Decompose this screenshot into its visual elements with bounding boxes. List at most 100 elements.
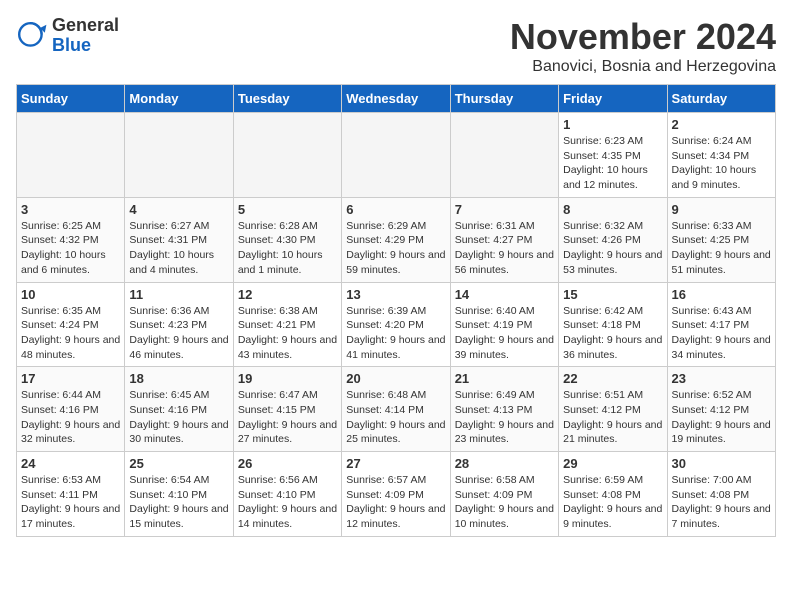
- calendar-cell: 19 Sunrise: 6:47 AM Sunset: 4:15 PM Dayli…: [233, 367, 341, 452]
- day-number: 5: [238, 202, 337, 217]
- day-number: 13: [346, 287, 445, 302]
- day-info: Sunrise: 6:54 AM Sunset: 4:10 PM Dayligh…: [129, 473, 228, 532]
- logo: General Blue: [16, 16, 119, 56]
- calendar-week-1: 1Sunrise: 6:23 AM Sunset: 4:35 PM Daylig…: [17, 113, 776, 198]
- day-info: Sunrise: 6:36 AM Sunset: 4:23 PM Dayligh…: [129, 304, 228, 363]
- calendar-cell: 29 Sunrise: 6:59 AM Sunset: 4:08 PM Dayli…: [559, 452, 667, 537]
- day-info: Sunrise: 6:48 AM Sunset: 4:14 PM Dayligh…: [346, 388, 445, 447]
- calendar-header: SundayMondayTuesdayWednesdayThursdayFrid…: [17, 85, 776, 113]
- weekday-header-tuesday: Tuesday: [233, 85, 341, 113]
- day-info: Sunrise: 6:59 AM Sunset: 4:08 PM Dayligh…: [563, 473, 662, 532]
- day-info: Sunrise: 6:58 AM Sunset: 4:09 PM Dayligh…: [455, 473, 554, 532]
- logo-text: General Blue: [52, 16, 119, 56]
- day-info: Sunrise: 6:23 AM Sunset: 4:35 PM Dayligh…: [563, 134, 662, 193]
- day-info: Sunrise: 6:47 AM Sunset: 4:15 PM Dayligh…: [238, 388, 337, 447]
- calendar-cell: 28 Sunrise: 6:58 AM Sunset: 4:09 PM Dayli…: [450, 452, 558, 537]
- weekday-header-wednesday: Wednesday: [342, 85, 450, 113]
- calendar-table: SundayMondayTuesdayWednesdayThursdayFrid…: [16, 84, 776, 537]
- day-number: 9: [672, 202, 771, 217]
- calendar-cell: 4Sunrise: 6:27 AM Sunset: 4:31 PM Daylig…: [125, 197, 233, 282]
- day-info: Sunrise: 6:52 AM Sunset: 4:12 PM Dayligh…: [672, 388, 771, 447]
- day-info: Sunrise: 6:38 AM Sunset: 4:21 PM Dayligh…: [238, 304, 337, 363]
- day-info: Sunrise: 6:39 AM Sunset: 4:20 PM Dayligh…: [346, 304, 445, 363]
- calendar-cell: 2 Sunrise: 6:24 AM Sunset: 4:34 PM Daylig…: [667, 113, 775, 198]
- calendar-cell: 8Sunrise: 6:32 AM Sunset: 4:26 PM Daylig…: [559, 197, 667, 282]
- day-number: 12: [238, 287, 337, 302]
- calendar-cell: [17, 113, 125, 198]
- day-number: 20: [346, 371, 445, 386]
- logo-icon: [16, 20, 48, 52]
- calendar-cell: [125, 113, 233, 198]
- day-number: 7: [455, 202, 554, 217]
- title-section: November 2024 Banovici, Bosnia and Herze…: [510, 16, 776, 76]
- calendar-cell: 27 Sunrise: 6:57 AM Sunset: 4:09 PM Dayli…: [342, 452, 450, 537]
- calendar-cell: 16Sunrise: 6:43 AM Sunset: 4:17 PM Dayli…: [667, 282, 775, 367]
- day-number: 14: [455, 287, 554, 302]
- day-info: Sunrise: 6:24 AM Sunset: 4:34 PM Dayligh…: [672, 134, 771, 193]
- weekday-header-sunday: Sunday: [17, 85, 125, 113]
- weekday-header-saturday: Saturday: [667, 85, 775, 113]
- calendar-cell: 20 Sunrise: 6:48 AM Sunset: 4:14 PM Dayli…: [342, 367, 450, 452]
- calendar-cell: 12 Sunrise: 6:38 AM Sunset: 4:21 PM Dayli…: [233, 282, 341, 367]
- day-info: Sunrise: 6:57 AM Sunset: 4:09 PM Dayligh…: [346, 473, 445, 532]
- day-info: Sunrise: 6:25 AM Sunset: 4:32 PM Dayligh…: [21, 219, 120, 278]
- day-number: 16: [672, 287, 771, 302]
- calendar-cell: 25Sunrise: 6:54 AM Sunset: 4:10 PM Dayli…: [125, 452, 233, 537]
- day-number: 28: [455, 456, 554, 471]
- logo-general: General: [52, 16, 119, 36]
- day-info: Sunrise: 6:56 AM Sunset: 4:10 PM Dayligh…: [238, 473, 337, 532]
- calendar-cell: 23Sunrise: 6:52 AM Sunset: 4:12 PM Dayli…: [667, 367, 775, 452]
- calendar-cell: [342, 113, 450, 198]
- calendar-cell: 10Sunrise: 6:35 AM Sunset: 4:24 PM Dayli…: [17, 282, 125, 367]
- day-number: 3: [21, 202, 120, 217]
- day-info: Sunrise: 6:28 AM Sunset: 4:30 PM Dayligh…: [238, 219, 337, 278]
- day-info: Sunrise: 6:45 AM Sunset: 4:16 PM Dayligh…: [129, 388, 228, 447]
- day-number: 30: [672, 456, 771, 471]
- day-number: 6: [346, 202, 445, 217]
- calendar-week-5: 24 Sunrise: 6:53 AM Sunset: 4:11 PM Dayli…: [17, 452, 776, 537]
- calendar-cell: [233, 113, 341, 198]
- calendar-cell: 21 Sunrise: 6:49 AM Sunset: 4:13 PM Dayli…: [450, 367, 558, 452]
- calendar-week-3: 10Sunrise: 6:35 AM Sunset: 4:24 PM Dayli…: [17, 282, 776, 367]
- day-number: 29: [563, 456, 662, 471]
- calendar-cell: 7 Sunrise: 6:31 AM Sunset: 4:27 PM Daylig…: [450, 197, 558, 282]
- day-info: Sunrise: 6:27 AM Sunset: 4:31 PM Dayligh…: [129, 219, 228, 278]
- calendar-cell: 15Sunrise: 6:42 AM Sunset: 4:18 PM Dayli…: [559, 282, 667, 367]
- day-number: 22: [563, 371, 662, 386]
- page-header: General Blue November 2024 Banovici, Bos…: [16, 16, 776, 76]
- calendar-cell: 17Sunrise: 6:44 AM Sunset: 4:16 PM Dayli…: [17, 367, 125, 452]
- day-number: 10: [21, 287, 120, 302]
- day-number: 17: [21, 371, 120, 386]
- day-info: Sunrise: 6:51 AM Sunset: 4:12 PM Dayligh…: [563, 388, 662, 447]
- day-number: 2: [672, 117, 771, 132]
- logo-blue: Blue: [52, 36, 119, 56]
- calendar-week-2: 3 Sunrise: 6:25 AM Sunset: 4:32 PM Daylig…: [17, 197, 776, 282]
- day-info: Sunrise: 6:33 AM Sunset: 4:25 PM Dayligh…: [672, 219, 771, 278]
- weekday-header-row: SundayMondayTuesdayWednesdayThursdayFrid…: [17, 85, 776, 113]
- day-info: Sunrise: 6:31 AM Sunset: 4:27 PM Dayligh…: [455, 219, 554, 278]
- day-number: 19: [238, 371, 337, 386]
- calendar-cell: 18Sunrise: 6:45 AM Sunset: 4:16 PM Dayli…: [125, 367, 233, 452]
- calendar-cell: 11Sunrise: 6:36 AM Sunset: 4:23 PM Dayli…: [125, 282, 233, 367]
- location-title: Banovici, Bosnia and Herzegovina: [510, 58, 776, 76]
- day-number: 27: [346, 456, 445, 471]
- calendar-cell: 3 Sunrise: 6:25 AM Sunset: 4:32 PM Daylig…: [17, 197, 125, 282]
- day-number: 24: [21, 456, 120, 471]
- calendar-body: 1Sunrise: 6:23 AM Sunset: 4:35 PM Daylig…: [17, 113, 776, 537]
- calendar-cell: 22 Sunrise: 6:51 AM Sunset: 4:12 PM Dayli…: [559, 367, 667, 452]
- calendar-cell: 26Sunrise: 6:56 AM Sunset: 4:10 PM Dayli…: [233, 452, 341, 537]
- weekday-header-thursday: Thursday: [450, 85, 558, 113]
- day-info: Sunrise: 7:00 AM Sunset: 4:08 PM Dayligh…: [672, 473, 771, 532]
- calendar-cell: 13 Sunrise: 6:39 AM Sunset: 4:20 PM Dayli…: [342, 282, 450, 367]
- day-info: Sunrise: 6:29 AM Sunset: 4:29 PM Dayligh…: [346, 219, 445, 278]
- day-number: 8: [563, 202, 662, 217]
- calendar-cell: 24 Sunrise: 6:53 AM Sunset: 4:11 PM Dayli…: [17, 452, 125, 537]
- calendar-cell: 5 Sunrise: 6:28 AM Sunset: 4:30 PM Daylig…: [233, 197, 341, 282]
- weekday-header-monday: Monday: [125, 85, 233, 113]
- day-number: 21: [455, 371, 554, 386]
- calendar-cell: 1Sunrise: 6:23 AM Sunset: 4:35 PM Daylig…: [559, 113, 667, 198]
- calendar-cell: 30 Sunrise: 7:00 AM Sunset: 4:08 PM Dayli…: [667, 452, 775, 537]
- calendar-cell: 14Sunrise: 6:40 AM Sunset: 4:19 PM Dayli…: [450, 282, 558, 367]
- day-info: Sunrise: 6:49 AM Sunset: 4:13 PM Dayligh…: [455, 388, 554, 447]
- day-info: Sunrise: 6:53 AM Sunset: 4:11 PM Dayligh…: [21, 473, 120, 532]
